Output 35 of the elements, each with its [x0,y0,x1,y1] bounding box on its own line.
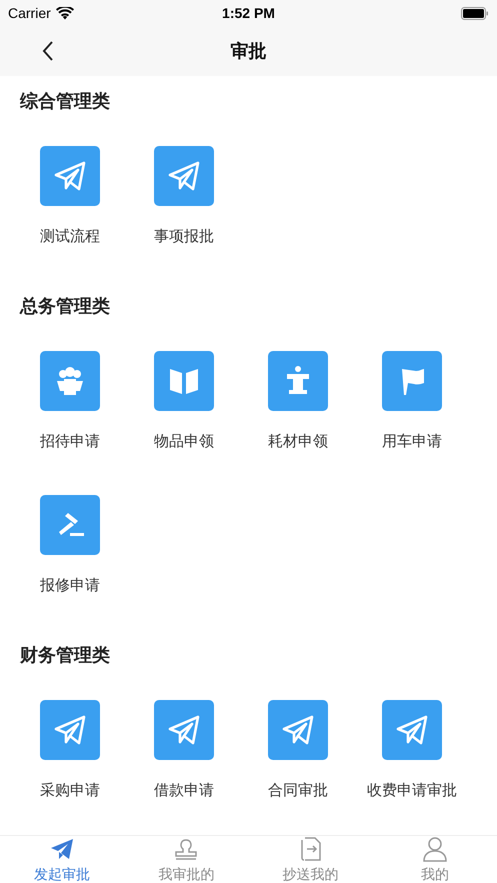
wifi-icon [56,6,74,20]
people-icon[interactable] [40,351,100,411]
plane-icon [49,836,76,862]
item-label: 招待申请 [40,431,100,451]
item-label: 事项报批 [154,226,214,246]
item-label: 合同审批 [268,780,328,800]
item-label: 测试流程 [40,226,100,246]
item-label: 收费申请审批 [367,780,457,800]
carrier-name: Carrier [8,5,51,21]
item-label: 用车申请 [382,431,442,451]
plane-icon[interactable] [40,700,100,760]
plane-icon[interactable] [154,700,214,760]
battery-icon [461,6,489,20]
tab[interactable]: 我审批的 [124,836,248,883]
status-time: 1:52 PM [222,5,275,21]
plane-icon[interactable] [40,146,100,206]
book-icon[interactable] [154,351,214,411]
plane-icon[interactable] [268,700,328,760]
tab[interactable]: 我的 [372,836,497,883]
item-label: 采购申请 [40,780,100,800]
back-icon[interactable] [42,41,54,61]
tab[interactable]: 发起审批 [0,836,124,883]
section-title: 总务管理类 [20,295,111,319]
item-label: 报修申请 [40,575,100,595]
page-title: 审批 [230,40,266,63]
tab[interactable]: 抄送我的 [248,836,373,883]
section-title: 综合管理类 [20,90,111,114]
flag-icon[interactable] [382,351,442,411]
item-label: 借款申请 [154,780,214,800]
item-label: 耗材申领 [268,431,328,451]
plane-icon[interactable] [382,700,442,760]
section-title: 财务管理类 [20,644,111,668]
plane-icon[interactable] [154,146,214,206]
person-icon [422,836,448,862]
item-label: 物品申领 [154,431,214,451]
